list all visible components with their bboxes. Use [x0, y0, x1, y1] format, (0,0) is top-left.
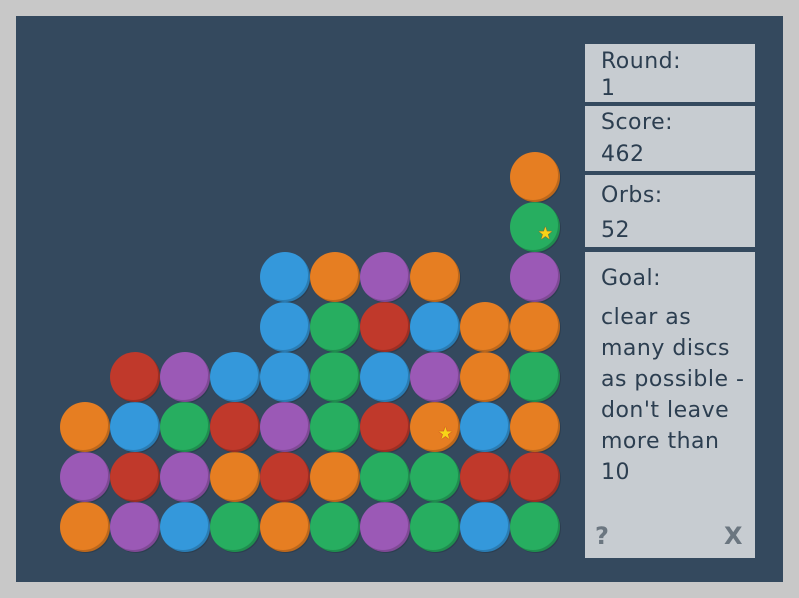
orbs-label: Orbs: — [601, 183, 663, 208]
orange-orb[interactable] — [60, 402, 110, 452]
purple-orb[interactable] — [60, 452, 110, 502]
purple-orb[interactable] — [160, 352, 210, 402]
purple-orb[interactable] — [260, 402, 310, 452]
orange-orb[interactable] — [60, 502, 110, 552]
orange-orb[interactable] — [210, 452, 260, 502]
orange-orb[interactable] — [310, 252, 360, 302]
orange-orb[interactable] — [460, 352, 510, 402]
green-orb[interactable] — [310, 352, 360, 402]
green-orb[interactable] — [510, 352, 560, 402]
score-panel: Score: 462 — [585, 106, 755, 171]
purple-orb[interactable] — [510, 252, 560, 302]
purple-orb[interactable] — [360, 502, 410, 552]
close-button[interactable]: X — [724, 522, 743, 550]
blue-orb[interactable] — [410, 302, 460, 352]
red-orb[interactable] — [360, 402, 410, 452]
red-orb[interactable] — [110, 452, 160, 502]
orange-orb[interactable]: ★ — [410, 402, 460, 452]
purple-orb[interactable] — [410, 352, 460, 402]
green-orb[interactable] — [360, 452, 410, 502]
blue-orb[interactable] — [260, 252, 310, 302]
blue-orb[interactable] — [210, 352, 260, 402]
orange-orb[interactable] — [310, 452, 360, 502]
orange-orb[interactable] — [510, 152, 560, 202]
green-orb[interactable]: ★ — [510, 202, 560, 252]
star-icon: ★ — [537, 224, 553, 244]
help-button[interactable]: ? — [595, 522, 609, 550]
blue-orb[interactable] — [360, 352, 410, 402]
green-orb[interactable] — [410, 452, 460, 502]
red-orb[interactable] — [510, 452, 560, 502]
green-orb[interactable] — [510, 502, 560, 552]
red-orb[interactable] — [260, 452, 310, 502]
red-orb[interactable] — [110, 352, 160, 402]
green-orb[interactable] — [310, 302, 360, 352]
green-orb[interactable] — [310, 502, 360, 552]
orange-orb[interactable] — [460, 302, 510, 352]
goal-panel: Goal: clear as many discs as possible - … — [585, 252, 755, 558]
blue-orb[interactable] — [160, 502, 210, 552]
orange-orb[interactable] — [260, 502, 310, 552]
goal-text: clear as many discs as possible - don't … — [601, 305, 745, 485]
blue-orb[interactable] — [110, 402, 160, 452]
orbs-value: 52 — [601, 218, 630, 243]
blue-orb[interactable] — [460, 402, 510, 452]
goal-label: Goal: — [601, 266, 662, 291]
round-value: 1 — [601, 76, 616, 101]
orbs-panel: Orbs: 52 — [585, 175, 755, 247]
purple-orb[interactable] — [160, 452, 210, 502]
blue-orb[interactable] — [260, 352, 310, 402]
green-orb[interactable] — [310, 402, 360, 452]
purple-orb[interactable] — [360, 252, 410, 302]
score-label: Score: — [601, 110, 674, 135]
green-orb[interactable] — [410, 502, 460, 552]
orange-orb[interactable] — [510, 402, 560, 452]
red-orb[interactable] — [360, 302, 410, 352]
red-orb[interactable] — [460, 452, 510, 502]
purple-orb[interactable] — [110, 502, 160, 552]
score-value: 462 — [601, 142, 645, 167]
blue-orb[interactable] — [460, 502, 510, 552]
green-orb[interactable] — [160, 402, 210, 452]
blue-orb[interactable] — [260, 302, 310, 352]
orange-orb[interactable] — [510, 302, 560, 352]
orange-orb[interactable] — [410, 252, 460, 302]
round-label: Round: — [601, 49, 682, 74]
star-icon: ★ — [437, 424, 453, 444]
game-board[interactable]: ★ ★ Round: 1 Score: 462 Orbs: 52 Goal: cl… — [16, 16, 783, 582]
round-panel: Round: 1 — [585, 44, 755, 102]
green-orb[interactable] — [210, 502, 260, 552]
red-orb[interactable] — [210, 402, 260, 452]
